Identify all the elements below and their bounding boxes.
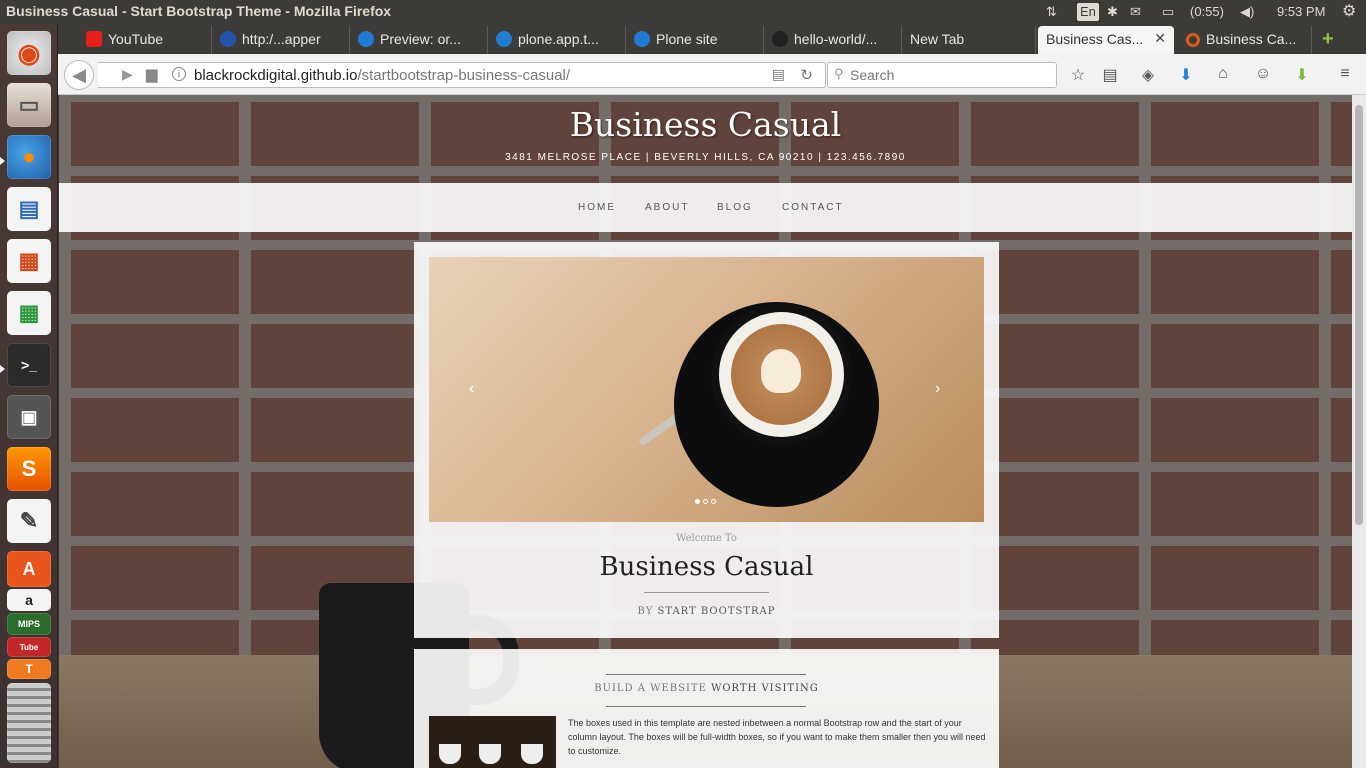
system-top-panel: Business Casual - Start Bootstrap Theme … — [0, 0, 1366, 24]
youtube-icon — [86, 31, 102, 47]
tab-business-casual-active[interactable]: Business Cas... ✕ — [1038, 26, 1174, 54]
image-carousel[interactable]: ‹ › — [429, 257, 984, 522]
url-path: /startbootstrap-business-casual/ — [357, 67, 571, 84]
tab-plone-site[interactable]: Plone site — [626, 26, 764, 54]
network-icon[interactable]: ⇅ — [1046, 3, 1057, 21]
menu-icon[interactable]: ≡ — [1335, 65, 1355, 83]
pocket-icon[interactable]: ◈ — [1138, 65, 1158, 85]
mips-icon[interactable]: MIPS — [7, 613, 51, 635]
firefox-icon[interactable]: ● — [7, 135, 51, 179]
window-title: Business Casual - Start Bootstrap Theme … — [6, 3, 392, 19]
tab-strip: YouTube http:/...apper Preview: or... pl… — [58, 24, 1366, 54]
divider — [606, 674, 806, 675]
downloads-icon[interactable]: ⬇ — [1176, 65, 1196, 85]
navigation-toolbar: ▶ ▆ i blackrockdigital.github.io/startbo… — [58, 54, 1366, 95]
tab-wrapper[interactable]: http:/...apper — [212, 26, 350, 54]
byline: BY START BOOTSTRAP — [637, 606, 776, 617]
bluetooth-icon[interactable]: ✱ — [1107, 3, 1118, 21]
home-icon[interactable]: ⌂ — [1213, 65, 1233, 83]
content-box: BUILD A WEBSITE WORTH VISITING The boxes… — [414, 649, 999, 768]
scrollbar-thumb[interactable] — [1355, 105, 1363, 525]
sublime-text-icon[interactable]: S — [7, 447, 51, 491]
welcome-text: Welcome To — [676, 533, 737, 544]
calc-icon[interactable]: ▦ — [7, 291, 51, 335]
terminal-icon[interactable]: >_ — [7, 343, 51, 387]
bookmark-star-icon[interactable]: ☆ — [1068, 65, 1088, 85]
carousel-indicator[interactable] — [711, 499, 716, 504]
bookmarks-menu-icon[interactable]: ▤ — [1100, 65, 1120, 85]
chat-icon[interactable]: ☺ — [1253, 65, 1273, 83]
clock[interactable]: 9:53 PM — [1277, 3, 1325, 21]
info-icon[interactable]: i — [172, 67, 186, 81]
tab-new-tab[interactable]: New Tab — [902, 26, 1036, 54]
search-icon: ⚲ — [834, 66, 844, 81]
coffee-glasses-image — [429, 716, 556, 768]
github-icon — [772, 31, 788, 47]
text-editor-icon[interactable]: ✎ — [7, 499, 51, 543]
intro-box: ‹ › Welcome To Business Casual BY START … — [414, 242, 999, 638]
carousel-indicator[interactable] — [703, 499, 708, 504]
back-button[interactable]: ◀ — [64, 60, 94, 90]
content-paragraph: The boxes used in this template are nest… — [568, 718, 986, 756]
software-center-icon[interactable]: A — [7, 551, 51, 587]
tab-preview[interactable]: Preview: or... — [350, 26, 488, 54]
gear-icon[interactable]: ⚙ — [1342, 3, 1356, 21]
close-tab-icon[interactable]: ✕ — [1154, 30, 1166, 47]
site-nav: HOME ABOUT BLOG CONTACT — [59, 183, 1352, 232]
files-icon[interactable]: ▭ — [7, 83, 51, 127]
impress-icon[interactable]: ▦ — [7, 239, 51, 283]
plone-icon — [496, 31, 512, 47]
battery-time[interactable]: (0:55) — [1190, 3, 1224, 21]
reload-icon[interactable]: ↻ — [800, 66, 813, 84]
volume-icon[interactable]: ◀) — [1240, 3, 1254, 21]
search-box[interactable]: ⚲ — [827, 62, 1057, 88]
web-page: Business Casual 3481 MELROSE PLACE | BEV… — [59, 95, 1352, 768]
carousel-next-icon[interactable]: › — [935, 380, 940, 398]
page-scrollbar[interactable] — [1352, 95, 1366, 768]
nav-about[interactable]: ABOUT — [645, 202, 689, 213]
battery-icon[interactable]: ▭ — [1162, 3, 1174, 21]
download-addon-icon[interactable]: ⬇ — [1292, 65, 1312, 85]
url-domain: blackrockdigital.github.io — [194, 67, 358, 84]
launcher: ◉ ▭ ● ▤ ▦ ▦ >_ ▣ S ✎ A a MIPS Tube T — [0, 24, 58, 768]
nav-contact[interactable]: CONTACT — [782, 202, 844, 213]
plone-icon — [358, 31, 374, 47]
page-icon — [220, 31, 236, 47]
url-bar[interactable]: ▶ ▆ i blackrockdigital.github.io/startbo… — [98, 62, 826, 88]
history-icon[interactable]: ▆ — [146, 65, 158, 83]
reader-view-icon[interactable]: ▤ — [772, 66, 785, 83]
intro-title: Business Casual — [599, 552, 814, 582]
ubuntu-dash-icon[interactable]: ◉ — [7, 31, 51, 75]
video-editor-icon[interactable]: ▣ — [7, 395, 51, 439]
app-icon[interactable]: T — [7, 659, 51, 679]
tab-business-casual[interactable]: Business Ca... — [1178, 26, 1312, 54]
divider — [606, 706, 806, 707]
keyboard-indicator[interactable]: En — [1077, 3, 1099, 21]
loading-icon — [1186, 33, 1200, 47]
section-heading: BUILD A WEBSITE WORTH VISITING — [594, 683, 819, 694]
new-tab-icon[interactable]: + — [1322, 28, 1334, 51]
nav-blog[interactable]: BLOG — [717, 202, 753, 213]
tab-plone-app[interactable]: plone.app.t... — [488, 26, 626, 54]
nav-home[interactable]: HOME — [578, 202, 616, 213]
site-address: 3481 MELROSE PLACE | BEVERLY HILLS, CA 9… — [505, 152, 906, 163]
tab-youtube[interactable]: YouTube — [78, 26, 212, 54]
search-input[interactable] — [850, 65, 1050, 85]
carousel-indicator[interactable] — [695, 499, 700, 504]
writer-icon[interactable]: ▤ — [7, 187, 51, 231]
forward-icon[interactable]: ▶ — [122, 66, 133, 83]
amazon-icon[interactable]: a — [7, 589, 51, 611]
youtube-app-icon[interactable]: Tube — [7, 637, 51, 657]
site-brand[interactable]: Business Casual — [59, 105, 1352, 144]
mail-icon[interactable]: ✉ — [1130, 3, 1141, 21]
plone-icon — [634, 31, 650, 47]
workspace-stack-icon[interactable] — [7, 683, 51, 763]
tab-hello-world[interactable]: hello-world/... — [764, 26, 902, 54]
divider — [644, 592, 769, 593]
carousel-prev-icon[interactable]: ‹ — [469, 380, 474, 398]
